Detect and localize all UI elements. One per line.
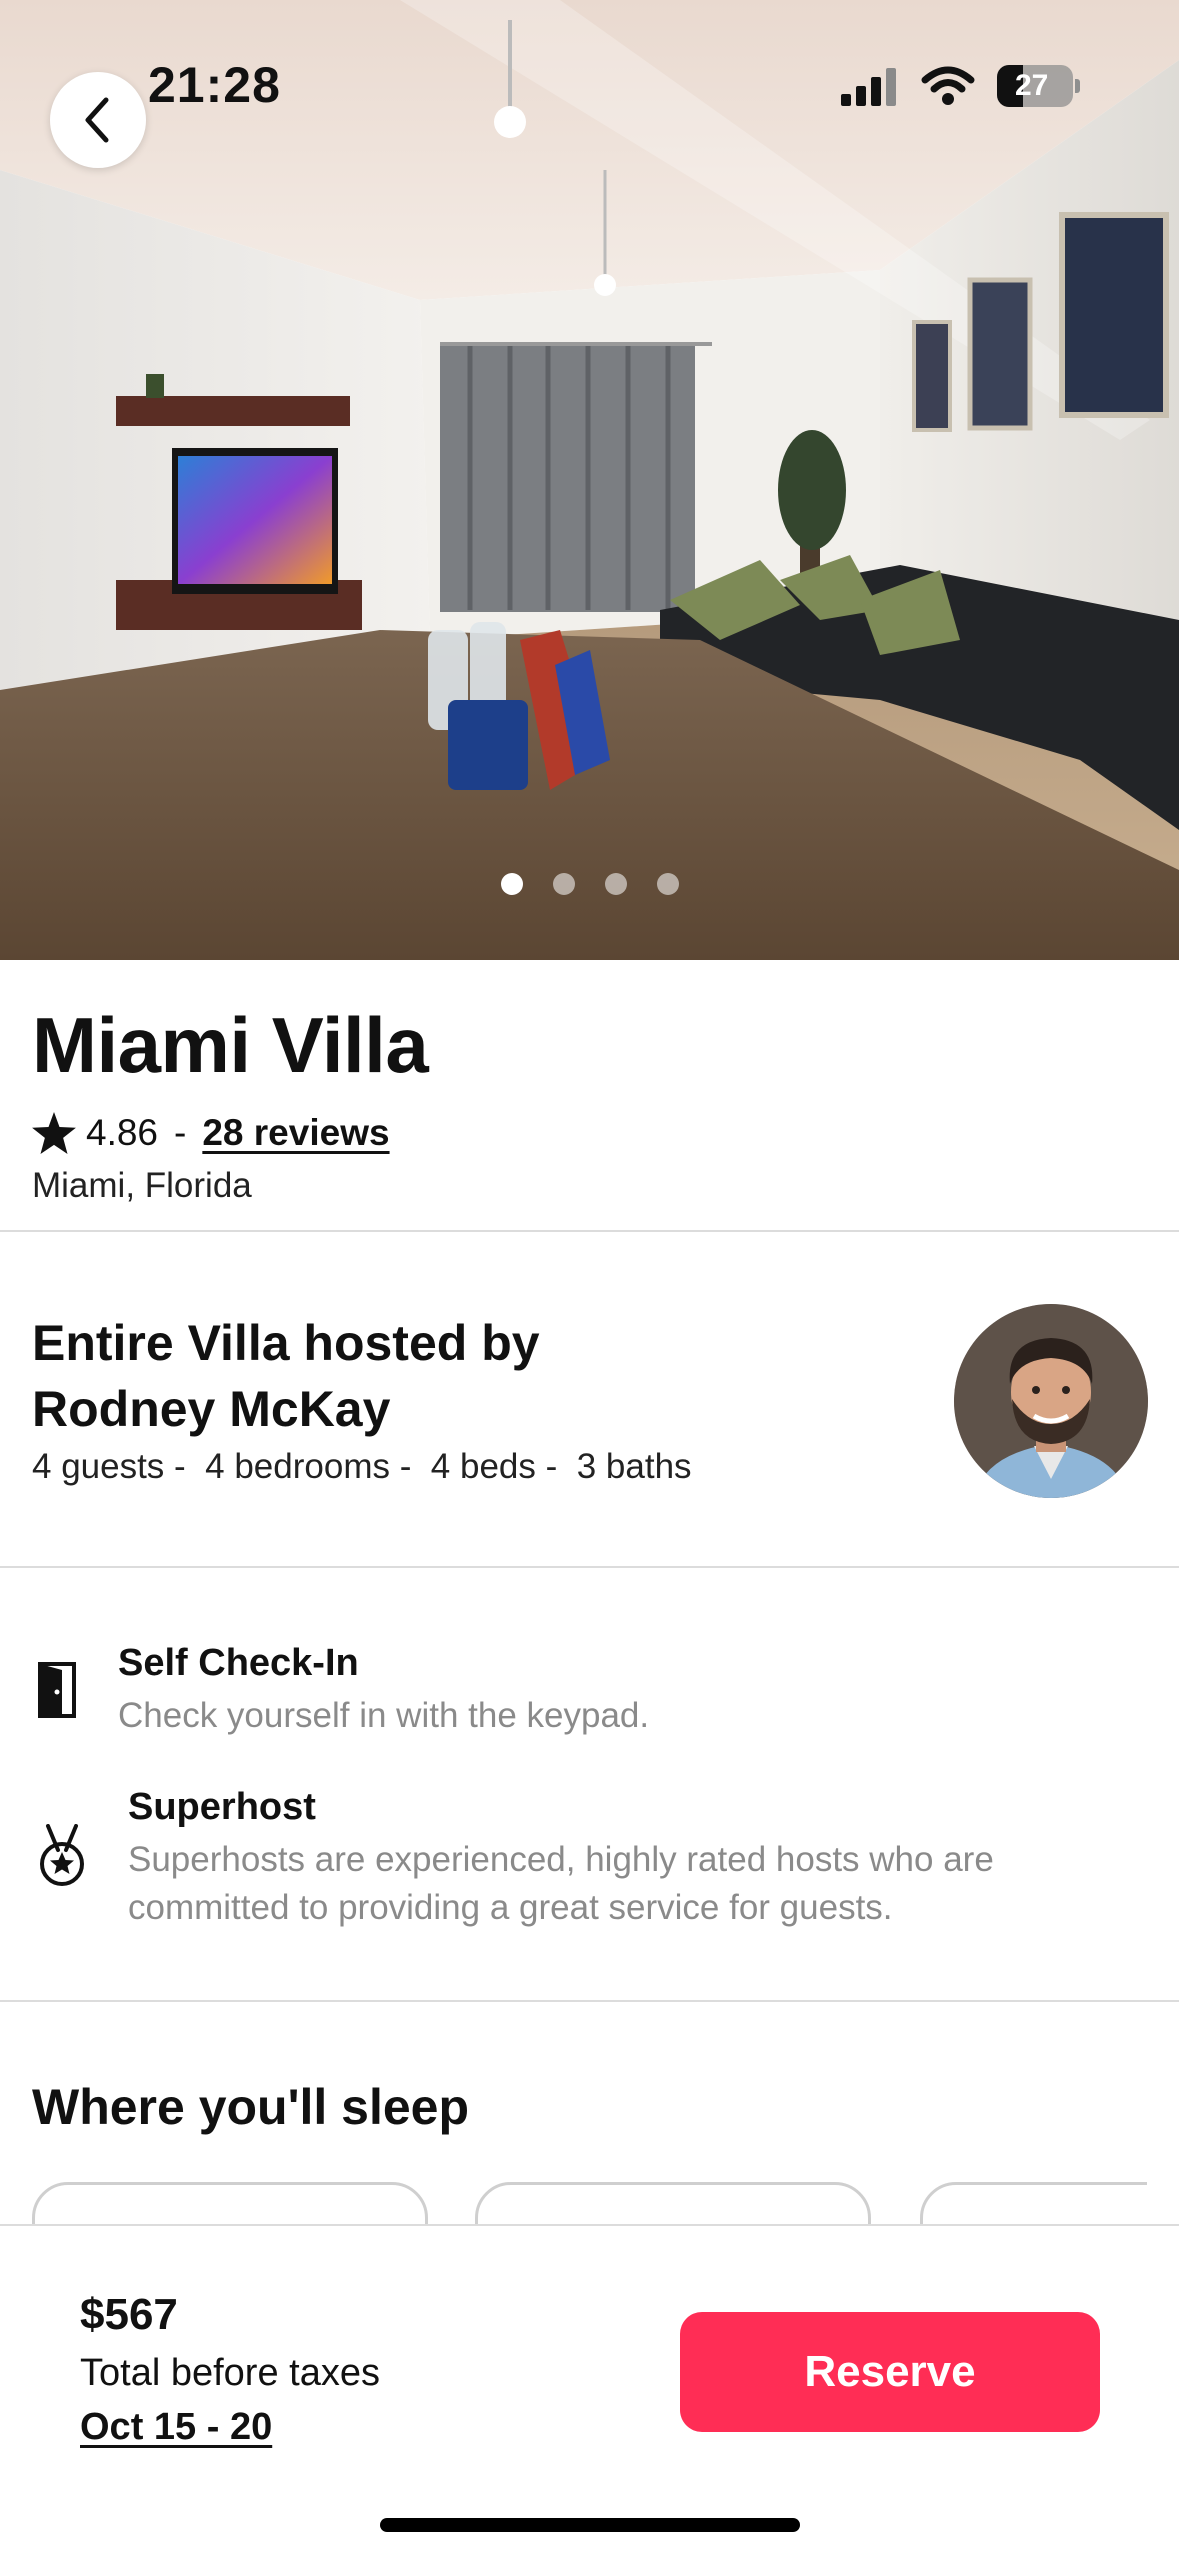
highlight-description-line: committed to providing a great service f… [128, 1888, 893, 1927]
listing-title: Miami Villa [32, 1001, 429, 1089]
gallery-dot[interactable] [604, 873, 627, 895]
highlight-title: Superhost [128, 1786, 316, 1828]
status-bar-icons: 27 [841, 64, 1080, 108]
door-icon [38, 1662, 76, 1718]
listing-location: Miami, Florida [32, 1166, 252, 1205]
sleep-cards-carousel[interactable] [32, 2182, 1147, 2224]
gallery-dot[interactable] [500, 873, 523, 895]
battery-level: 27 [1015, 69, 1049, 102]
price-note: Total before taxes [80, 2352, 380, 2394]
highlight-title: Self Check-In [118, 1642, 359, 1684]
host-summary-line: Entire Villa hosted by [32, 1315, 540, 1371]
star-icon [32, 1112, 76, 1154]
battery-icon: 27 [997, 65, 1080, 107]
gallery-dot[interactable] [656, 873, 679, 895]
cellular-signal-icon [841, 68, 896, 106]
sleep-section-title: Where you'll sleep [32, 2079, 470, 2135]
bedroom-card[interactable] [475, 2182, 871, 2224]
bedroom-card[interactable] [920, 2182, 1147, 2224]
host-name: Rodney McKay [32, 1381, 391, 1437]
highlight-description: Check yourself in with the keypad. [118, 1696, 650, 1735]
listing-photo-gallery[interactable]: 21:28 27 [0, 0, 1179, 960]
baths-count: 3 baths [567, 1447, 692, 1486]
host-summary: Entire Villa hosted by Rodney McKay [32, 1310, 652, 1442]
bedroom-card[interactable] [32, 2182, 428, 2224]
highlight-description: Superhosts are experienced, highly rated… [128, 1836, 994, 1932]
rating-row: 4.86 - 28 reviews [32, 1112, 390, 1154]
host-avatar-image [954, 1304, 1148, 1498]
guests-count: 4 guests - [32, 1447, 196, 1486]
medal-icon [40, 1824, 84, 1886]
section-divider [0, 1566, 1179, 1568]
section-divider [0, 2000, 1179, 2002]
total-price: $567 [80, 2290, 178, 2339]
section-divider [0, 1230, 1179, 1232]
listing-photo [0, 0, 1179, 960]
stay-dates-link[interactable]: Oct 15 - 20 [80, 2406, 272, 2449]
reserve-button[interactable]: Reserve [680, 2312, 1100, 2432]
home-indicator[interactable] [380, 2518, 800, 2532]
chevron-left-icon [85, 97, 109, 143]
bedrooms-count: 4 bedrooms - [195, 1447, 422, 1486]
gallery-dot[interactable] [552, 873, 575, 895]
gallery-page-indicator[interactable] [0, 873, 1179, 895]
wifi-icon [921, 66, 975, 105]
beds-count: 4 beds - [421, 1447, 567, 1486]
host-avatar[interactable] [954, 1304, 1148, 1498]
property-details: 4 guests - 4 bedrooms - 4 beds - 3 baths [32, 1447, 692, 1487]
back-button[interactable] [50, 72, 146, 168]
status-bar-time: 21:28 [148, 57, 281, 113]
rating-separator: - [174, 1112, 187, 1153]
rating-value: 4.86 [86, 1112, 159, 1153]
highlight-description-line: Superhosts are experienced, highly rated… [128, 1840, 994, 1879]
reviews-link[interactable]: 28 reviews [202, 1112, 389, 1154]
